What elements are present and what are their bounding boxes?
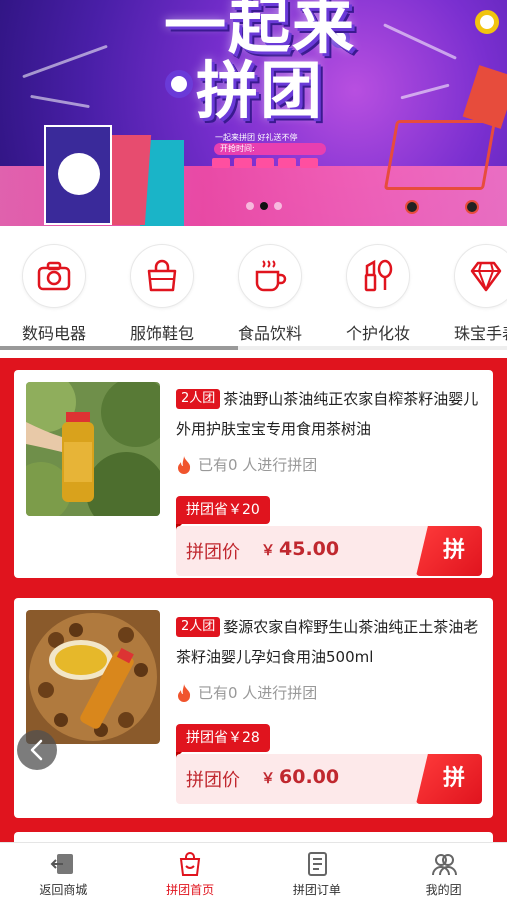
category-digital[interactable]: 数码电器	[9, 244, 99, 344]
banner-ray	[30, 94, 90, 109]
bottom-tab-bar: 返回商城 拼团首页 拼团订单 我的团	[0, 842, 507, 900]
cart-wheel	[465, 200, 479, 214]
carousel-dots	[246, 202, 282, 210]
join-group-button[interactable]: 拼	[416, 754, 482, 804]
banner-subtitle: 一起来拼团 好礼送不停	[215, 133, 298, 142]
price-label: 拼团价	[186, 542, 240, 563]
group-progress: 已有0 人进行拼团	[176, 454, 317, 475]
my-group-icon	[429, 849, 459, 879]
product-card[interactable]: 2人团 茶油野山茶油纯正农家自榨茶籽油婴儿外用护肤宝宝专用食用茶树油 已有0 人进…	[14, 370, 493, 578]
back-arrow-button[interactable]	[17, 730, 57, 770]
group-buy-list[interactable]: 2人团 茶油野山茶油纯正农家自榨茶籽油婴儿外用护肤宝宝专用食用茶树油 已有0 人进…	[0, 358, 507, 842]
banner-disc	[475, 10, 499, 34]
camera-icon	[22, 244, 86, 308]
category-jewelry[interactable]: 珠宝手表	[441, 244, 507, 344]
tab-back-to-store[interactable]: 返回商城	[0, 843, 127, 900]
category-label: 珠宝手表	[453, 324, 507, 343]
product-name[interactable]: 2人团 茶油野山茶油纯正农家自榨茶籽油婴儿外用护肤宝宝专用食用茶树油	[176, 384, 482, 444]
price-bar: 拼团价 ￥ 45.00 拼	[176, 526, 482, 576]
category-cosmetics[interactable]: 个护化妆	[333, 244, 423, 344]
category-label: 数码电器	[21, 324, 86, 343]
product-title: 茶油野山茶油纯正农家自榨茶籽油婴儿外用护肤宝宝专用食用茶树油	[176, 390, 479, 438]
order-list-icon	[302, 849, 332, 879]
banner-tags	[212, 158, 318, 168]
product-name[interactable]: 2人团 婺源农家自榨野生山茶油纯正土茶油老茶籽油婴儿孕妇食用油500ml	[176, 612, 482, 672]
tab-label: 拼团订单	[292, 883, 341, 897]
diamond-icon	[454, 244, 507, 308]
coffee-cup-icon	[238, 244, 302, 308]
group-progress: 已有0 人进行拼团	[176, 682, 317, 703]
shopping-cart-icon	[383, 120, 497, 190]
banner-time-label: 开抢时间:	[214, 143, 326, 155]
fire-icon	[178, 455, 191, 474]
category-label: 食品饮料	[237, 324, 302, 343]
back-store-icon	[48, 849, 78, 879]
join-group-button[interactable]: 拼	[416, 526, 482, 576]
category-apparel[interactable]: 服饰鞋包	[117, 244, 207, 344]
product-card[interactable]: 2人团 婺源农家自榨野生山茶油纯正土茶油老茶籽油婴儿孕妇食用油500ml 已有0 …	[14, 598, 493, 818]
group-price: ￥ 45.00	[261, 538, 340, 560]
product-image[interactable]	[26, 610, 160, 744]
banner-ray	[22, 44, 108, 79]
category-label: 个护化妆	[345, 324, 410, 343]
banner-title-line2: 拼团	[195, 54, 324, 127]
product-card[interactable]	[14, 832, 493, 842]
shopping-bag-icon	[175, 849, 205, 879]
price-label: 拼团价	[186, 770, 240, 791]
banner-bag	[44, 125, 112, 225]
group-size-badge: 2人团	[176, 389, 221, 409]
tab-my-group[interactable]: 我的团	[380, 843, 507, 900]
category-label: 服饰鞋包	[129, 324, 194, 343]
product-image[interactable]	[26, 382, 160, 516]
banner-ray	[383, 23, 457, 60]
carousel-dot-active[interactable]	[260, 202, 268, 210]
category-scroll-thumb[interactable]	[0, 346, 238, 350]
carousel-dot[interactable]	[246, 202, 254, 210]
category-row[interactable]: 数码电器 服饰鞋包 食品饮料 个护化妆 珠宝手表	[0, 226, 507, 350]
savings-tag: 拼团省￥20	[176, 496, 270, 530]
cart-wheel	[405, 200, 419, 214]
group-price: ￥ 60.00	[261, 766, 340, 788]
promo-banner[interactable]: 一起来 拼团 一起来拼团 好礼送不停 开抢时间:	[0, 0, 507, 226]
tab-group-orders[interactable]: 拼团订单	[254, 843, 381, 900]
fire-icon	[178, 683, 191, 702]
savings-tag: 拼团省￥28	[176, 724, 270, 758]
tab-label: 我的团	[425, 883, 462, 897]
group-size-badge: 2人团	[176, 617, 221, 637]
tab-group-home[interactable]: 拼团首页	[127, 843, 254, 900]
handbag-icon	[130, 244, 194, 308]
group-progress-text: 已有0 人进行拼团	[198, 456, 318, 474]
carousel-dot[interactable]	[274, 202, 282, 210]
banner-ray	[400, 83, 450, 100]
chevron-left-icon	[30, 739, 43, 761]
tab-label: 拼团首页	[166, 883, 215, 897]
group-progress-text: 已有0 人进行拼团	[198, 684, 318, 702]
product-title: 婺源农家自榨野生山茶油纯正土茶油老茶籽油婴儿孕妇食用油500ml	[176, 618, 479, 666]
banner-title-line1: 一起来	[163, 0, 356, 62]
price-bar: 拼团价 ￥ 60.00 拼	[176, 754, 482, 804]
cosmetics-icon	[346, 244, 410, 308]
category-food[interactable]: 食品饮料	[225, 244, 315, 344]
tab-label: 返回商城	[39, 883, 88, 897]
